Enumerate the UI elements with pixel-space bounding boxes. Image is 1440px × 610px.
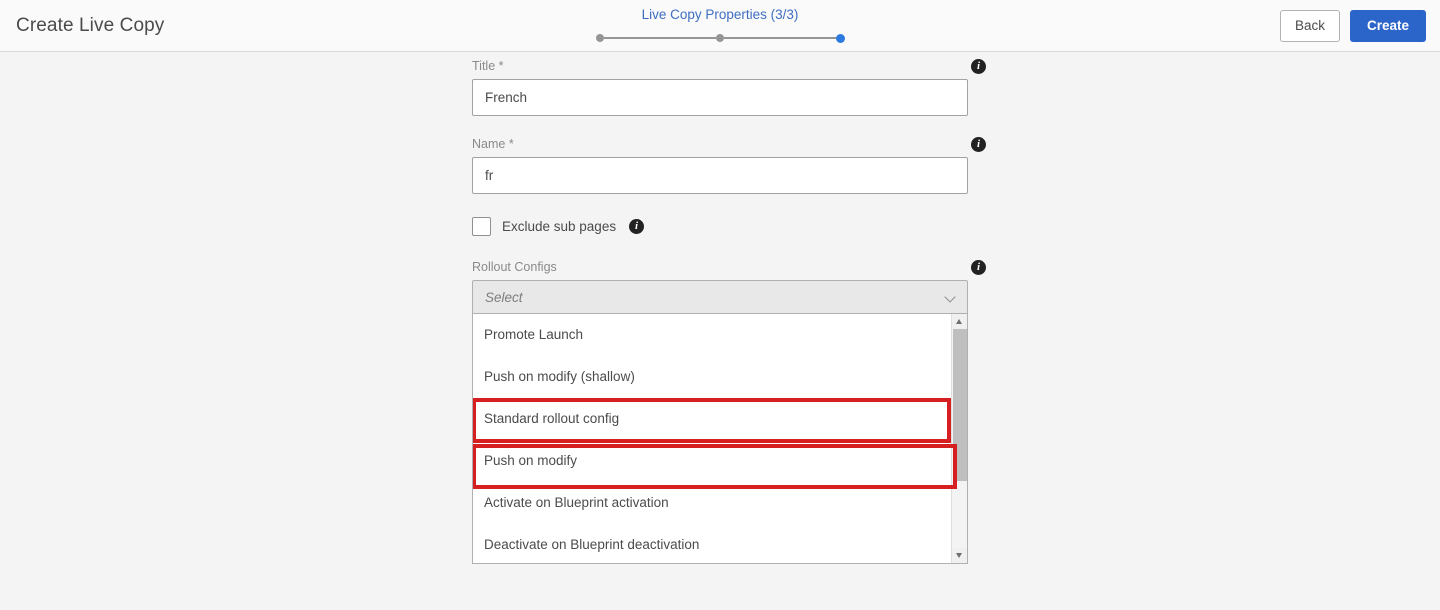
dropdown-option-activate-on-blueprint-activation[interactable]: Activate on Blueprint activation — [473, 482, 952, 524]
app-header: Create Live Copy Live Copy Properties (3… — [0, 0, 1440, 52]
dropdown-option-standard-rollout-config[interactable]: Standard rollout config — [473, 398, 952, 440]
rollout-configs-options: Promote Launch Push on modify (shallow) … — [473, 314, 952, 563]
dropdown-scrollbar[interactable] — [951, 314, 967, 563]
name-label: Name * — [472, 137, 514, 151]
dropdown-option-push-on-modify-shallow[interactable]: Push on modify (shallow) — [473, 356, 952, 398]
scroll-up-arrow-icon[interactable] — [952, 314, 967, 329]
name-input[interactable] — [472, 157, 968, 194]
wizard-progress: Live Copy Properties (3/3) — [520, 7, 920, 43]
wizard-step-dot-3[interactable] — [835, 33, 845, 43]
live-copy-properties-form: Title * i Name * i Exclude sub pages i R… — [472, 52, 986, 564]
rollout-configs-info-icon[interactable]: i — [971, 260, 986, 275]
page-title: Create Live Copy — [16, 15, 165, 36]
rollout-configs-group: Rollout Configs i Select Promote Launch … — [472, 253, 986, 564]
header-actions: Back Create — [1279, 0, 1426, 52]
rollout-configs-label: Rollout Configs — [472, 260, 557, 274]
exclude-sub-pages-checkbox[interactable] — [472, 216, 491, 236]
dropdown-option-promote-launch[interactable]: Promote Launch — [473, 314, 952, 356]
title-label: Title * — [472, 59, 504, 73]
title-info-icon[interactable]: i — [971, 59, 986, 74]
wizard-step-label: Live Copy Properties (3/3) — [641, 7, 799, 22]
wizard-step-line-2 — [723, 37, 836, 39]
chevron-down-icon — [945, 293, 957, 301]
wizard-step-dot-2[interactable] — [715, 34, 724, 42]
create-button[interactable]: Create — [1349, 10, 1426, 42]
dropdown-option-push-on-modify[interactable]: Push on modify — [473, 440, 952, 482]
rollout-configs-select-value: Select — [485, 289, 523, 305]
exclude-sub-pages-row: Exclude sub pages i — [472, 215, 968, 237]
rollout-configs-dropdown-list: Promote Launch Push on modify (shallow) … — [472, 314, 968, 564]
title-field-group: Title * i — [472, 52, 986, 116]
wizard-step-line-1 — [603, 37, 716, 39]
name-info-icon[interactable]: i — [971, 137, 986, 152]
back-button[interactable]: Back — [1279, 10, 1340, 42]
rollout-configs-select[interactable]: Select — [472, 280, 968, 314]
name-field-group: Name * i — [472, 130, 986, 194]
exclude-sub-pages-info-icon[interactable]: i — [629, 218, 645, 234]
scrollbar-thumb[interactable] — [953, 329, 967, 481]
title-input[interactable] — [472, 79, 968, 116]
exclude-sub-pages-label: Exclude sub pages — [502, 218, 617, 234]
scroll-down-arrow-icon[interactable] — [952, 548, 967, 563]
dropdown-option-deactivate-on-blueprint-deactivation[interactable]: Deactivate on Blueprint deactivation — [473, 524, 952, 563]
wizard-step-dot-1[interactable] — [595, 34, 604, 42]
wizard-step-track — [520, 33, 920, 43]
